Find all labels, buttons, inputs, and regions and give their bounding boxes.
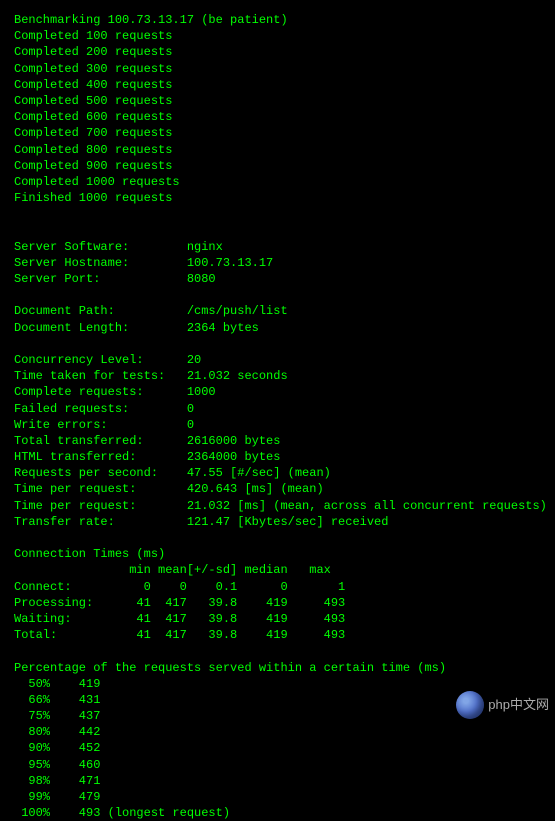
- watermark-text: php中文网: [488, 696, 549, 714]
- connection-times-block: Connection Times (ms) min mean[+/-sd] me…: [14, 546, 543, 643]
- stat-line: [14, 287, 543, 303]
- stat-line: Concurrency Level: 20: [14, 352, 543, 368]
- blank-line: [14, 530, 543, 546]
- blank-line: [14, 222, 543, 238]
- php-logo-icon: [456, 691, 484, 719]
- stat-line: Document Length: 2364 bytes: [14, 320, 543, 336]
- progress-line: Completed 1000 requests: [14, 174, 543, 190]
- watermark: php中文网: [456, 691, 549, 719]
- stat-line: Server Port: 8080: [14, 271, 543, 287]
- conn-line: Processing: 41 417 39.8 419 493: [14, 595, 543, 611]
- stat-line: Time per request: 21.032 [ms] (mean, acr…: [14, 498, 543, 514]
- conn-line: Total: 41 417 39.8 419 493: [14, 627, 543, 643]
- pct-line: 95% 460: [14, 757, 543, 773]
- stat-line: Time taken for tests: 21.032 seconds: [14, 368, 543, 384]
- progress-line: Completed 100 requests: [14, 28, 543, 44]
- pct-line: 99% 479: [14, 789, 543, 805]
- progress-line: Completed 500 requests: [14, 93, 543, 109]
- progress-line: Completed 800 requests: [14, 142, 543, 158]
- stat-line: Document Path: /cms/push/list: [14, 303, 543, 319]
- stat-line: Total transferred: 2616000 bytes: [14, 433, 543, 449]
- progress-line: Finished 1000 requests: [14, 190, 543, 206]
- progress-line: Completed 600 requests: [14, 109, 543, 125]
- pct-line: 50% 419: [14, 676, 543, 692]
- progress-line: Benchmarking 100.73.13.17 (be patient): [14, 12, 543, 28]
- benchmark-stats-block: Server Software: nginxServer Hostname: 1…: [14, 239, 543, 530]
- progress-line: Completed 200 requests: [14, 44, 543, 60]
- stat-line: Failed requests: 0: [14, 401, 543, 417]
- conn-line: Connection Times (ms): [14, 546, 543, 562]
- progress-line: Completed 400 requests: [14, 77, 543, 93]
- conn-line: Connect: 0 0 0.1 0 1: [14, 579, 543, 595]
- benchmark-progress-block: Benchmarking 100.73.13.17 (be patient)Co…: [14, 12, 543, 206]
- percentiles-block: Percentage of the requests served within…: [14, 660, 543, 821]
- stat-line: Server Hostname: 100.73.13.17: [14, 255, 543, 271]
- pct-line: 98% 471: [14, 773, 543, 789]
- stat-line: Write errors: 0: [14, 417, 543, 433]
- stat-line: Complete requests: 1000: [14, 384, 543, 400]
- pct-line: Percentage of the requests served within…: [14, 660, 543, 676]
- blank-line: [14, 206, 543, 222]
- pct-line: 100% 493 (longest request): [14, 805, 543, 821]
- pct-line: 90% 452: [14, 740, 543, 756]
- conn-line: Waiting: 41 417 39.8 419 493: [14, 611, 543, 627]
- progress-line: Completed 700 requests: [14, 125, 543, 141]
- stat-line: Transfer rate: 121.47 [Kbytes/sec] recei…: [14, 514, 543, 530]
- pct-line: 80% 442: [14, 724, 543, 740]
- stat-line: HTML transferred: 2364000 bytes: [14, 449, 543, 465]
- progress-line: Completed 300 requests: [14, 61, 543, 77]
- stat-line: Time per request: 420.643 [ms] (mean): [14, 481, 543, 497]
- blank-line: [14, 643, 543, 659]
- stat-line: Requests per second: 47.55 [#/sec] (mean…: [14, 465, 543, 481]
- stat-line: Server Software: nginx: [14, 239, 543, 255]
- progress-line: Completed 900 requests: [14, 158, 543, 174]
- conn-line: min mean[+/-sd] median max: [14, 562, 543, 578]
- stat-line: [14, 336, 543, 352]
